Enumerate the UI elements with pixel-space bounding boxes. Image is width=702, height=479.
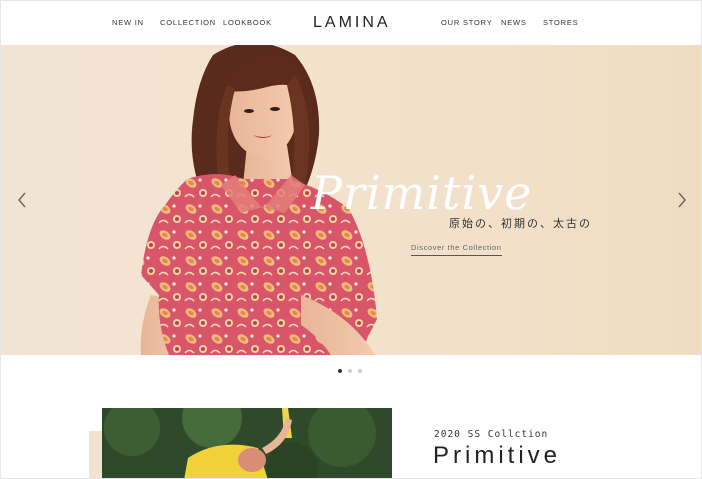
- brand-logo[interactable]: LAMINA: [313, 14, 391, 32]
- svg-text:Primitive: Primitive: [310, 166, 532, 220]
- site-header: NEW IN COLLECTION LOOKBOOK LAMINA OUR ST…: [1, 1, 701, 45]
- carousel-dot-active[interactable]: [338, 369, 342, 373]
- collection-title: Primitive: [433, 442, 562, 469]
- page-frame: NEW IN COLLECTION LOOKBOOK LAMINA OUR ST…: [0, 0, 702, 479]
- nav-our-story[interactable]: OUR STORY: [441, 18, 493, 27]
- nav-news[interactable]: NEWS: [501, 18, 527, 27]
- discover-collection-link[interactable]: Discover the Collection: [411, 243, 502, 256]
- hero-subtitle: 原始の、初期の、太古の: [449, 217, 592, 230]
- chevron-right-icon[interactable]: [675, 190, 689, 210]
- collection-photo[interactable]: [102, 408, 392, 478]
- carousel-dot[interactable]: [358, 369, 362, 373]
- nav-new-in[interactable]: NEW IN: [112, 18, 144, 27]
- nav-collection[interactable]: COLLECTION: [160, 18, 216, 27]
- chevron-left-icon[interactable]: [15, 190, 29, 210]
- carousel-dot[interactable]: [348, 369, 352, 373]
- hero-slider: Primitive 原始の、初期の、太古の Discover the Colle…: [1, 45, 701, 355]
- nav-stores[interactable]: STORES: [543, 18, 579, 27]
- nav-lookbook[interactable]: LOOKBOOK: [223, 18, 272, 27]
- collection-season: 2020 SS Collction: [434, 429, 549, 440]
